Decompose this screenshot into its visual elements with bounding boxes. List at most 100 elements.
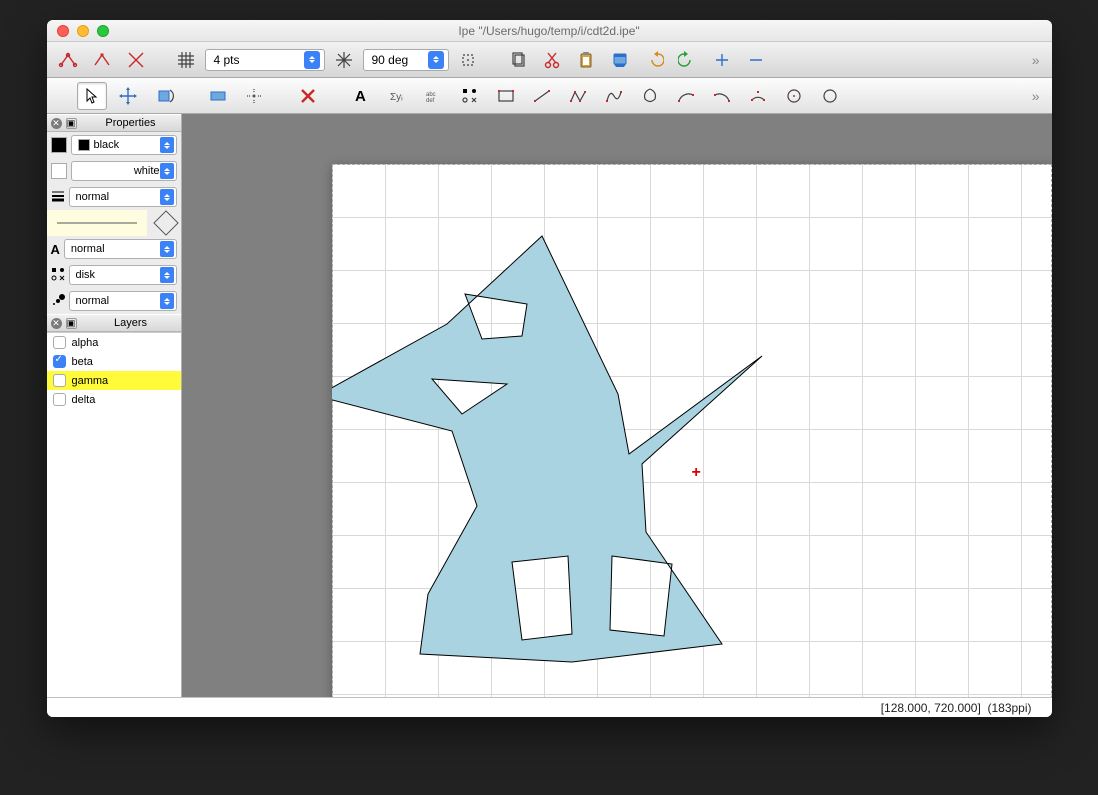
fill-swatch[interactable] — [51, 163, 67, 179]
panel-close-icon[interactable]: ✕ — [51, 318, 62, 329]
dropdown-arrows-icon — [160, 163, 174, 179]
marksize-icon — [51, 293, 65, 310]
tools-toolbar: A Σyᵢ abcdef » — [47, 78, 1052, 114]
layer-checkbox[interactable] — [53, 374, 66, 387]
sidebar: ✕ ▣ Properties black white n — [47, 114, 182, 697]
svg-text:Σyᵢ: Σyᵢ — [390, 92, 403, 103]
layer-label: beta — [72, 356, 93, 368]
zoom-out-icon[interactable] — [741, 46, 771, 74]
pan-tool[interactable] — [239, 82, 269, 110]
zoom-in-icon[interactable] — [707, 46, 737, 74]
arc3-tool[interactable] — [743, 82, 773, 110]
circle-diameter-tool[interactable] — [815, 82, 845, 110]
markshape-value: disk — [76, 269, 96, 281]
toolbar-overflow-icon[interactable]: » — [1026, 52, 1046, 68]
stroke-color-value: black — [94, 139, 120, 151]
stroke-swatch[interactable] — [51, 137, 67, 153]
layer-label: gamma — [72, 375, 109, 387]
undo-icon[interactable] — [639, 46, 669, 74]
layers-list: alpha beta gamma delta — [47, 332, 181, 697]
snap-vertex-icon[interactable] — [53, 46, 83, 74]
snap-intersection-icon[interactable] — [121, 46, 151, 74]
svg-text:A: A — [355, 88, 366, 105]
tools-overflow-icon[interactable]: » — [1026, 88, 1046, 104]
layer-row[interactable]: gamma — [47, 371, 181, 390]
splinegon-tool[interactable] — [635, 82, 665, 110]
markshape-icon — [51, 267, 65, 284]
translate-tool[interactable] — [113, 82, 143, 110]
svg-text:def: def — [426, 98, 435, 104]
delete-icon[interactable] — [605, 46, 635, 74]
arc2-tool[interactable] — [707, 82, 737, 110]
stretch-tool[interactable] — [203, 82, 233, 110]
layers-panel-header[interactable]: ✕ ▣ Layers — [47, 314, 181, 332]
status-bar: [128.000, 720.000] (183ppi) — [47, 697, 1052, 717]
line-sample[interactable] — [47, 210, 147, 236]
stroke-color-select[interactable]: black — [71, 135, 177, 155]
marks-tool[interactable] — [455, 82, 485, 110]
textsize-icon: A — [51, 242, 60, 257]
paste-icon[interactable] — [571, 46, 601, 74]
fill-color-value: white — [78, 165, 160, 177]
properties-panel-header[interactable]: ✕ ▣ Properties — [47, 114, 181, 132]
paragraph-tool[interactable]: abcdef — [419, 82, 449, 110]
circle-center-tool[interactable] — [779, 82, 809, 110]
grid-spacing-select[interactable]: 4 pts — [205, 49, 325, 71]
grid-spacing-value: 4 pts — [214, 53, 240, 67]
layer-checkbox[interactable] — [53, 336, 66, 349]
markshape-select[interactable]: disk — [69, 265, 177, 285]
properties-title: Properties — [81, 117, 181, 129]
layer-row[interactable]: alpha — [47, 333, 181, 352]
angle-snap-select[interactable]: 90 deg — [363, 49, 449, 71]
canvas[interactable]: + — [182, 114, 1052, 697]
window-title: Ipe "/Users/hugo/temp/i/cdt2d.ipe" — [47, 24, 1052, 38]
layer-checkbox[interactable] — [53, 355, 66, 368]
fill-color-select[interactable]: white — [71, 161, 177, 181]
spline-tool[interactable] — [599, 82, 629, 110]
status-ppi: (183ppi) — [987, 701, 1031, 715]
snap-toolbar: 4 pts 90 deg » — [47, 42, 1052, 78]
line-tool[interactable] — [527, 82, 557, 110]
snap-grid-icon[interactable] — [171, 46, 201, 74]
textsize-value: normal — [71, 243, 105, 255]
polyline-tool[interactable] — [563, 82, 593, 110]
layer-label: delta — [72, 394, 96, 406]
marksize-value: normal — [76, 295, 110, 307]
dropdown-arrows-icon — [160, 189, 174, 205]
cut-icon[interactable] — [537, 46, 567, 74]
dropdown-arrows-icon — [160, 241, 174, 257]
stroke-swatch-inner — [78, 139, 90, 151]
label-tool[interactable]: A — [347, 82, 377, 110]
math-tool[interactable]: Σyᵢ — [383, 82, 413, 110]
textsize-select[interactable]: normal — [64, 239, 177, 259]
snap-auto-icon[interactable] — [453, 46, 483, 74]
pen-value: normal — [76, 191, 110, 203]
pen-icon — [51, 189, 65, 206]
dropdown-arrows-icon — [160, 137, 174, 153]
snap-control-icon[interactable] — [87, 46, 117, 74]
dropdown-arrows-icon — [160, 293, 174, 309]
dropdown-arrows-icon — [428, 51, 444, 69]
select-tool[interactable] — [77, 82, 107, 110]
angle-snap-value: 90 deg — [372, 53, 409, 67]
drawing-shape[interactable] — [332, 164, 1052, 697]
origin-cross-icon: + — [692, 464, 701, 482]
copy-icon[interactable] — [503, 46, 533, 74]
layer-row[interactable]: delta — [47, 390, 181, 409]
marksize-select[interactable]: normal — [69, 291, 177, 311]
panel-detach-icon[interactable]: ▣ — [66, 118, 77, 129]
panel-detach-icon[interactable]: ▣ — [66, 318, 77, 329]
pen-select[interactable]: normal — [69, 187, 177, 207]
layers-title: Layers — [81, 317, 181, 329]
rotate-tool[interactable] — [149, 82, 179, 110]
snap-angular-icon[interactable] — [329, 46, 359, 74]
layer-checkbox[interactable] — [53, 393, 66, 406]
arc-tool[interactable] — [671, 82, 701, 110]
redo-icon[interactable] — [673, 46, 703, 74]
delete-tool[interactable] — [293, 82, 323, 110]
panel-close-icon[interactable]: ✕ — [51, 118, 62, 129]
layer-row[interactable]: beta — [47, 352, 181, 371]
status-coords: [128.000, 720.000] — [881, 701, 981, 715]
arrow-diamond-icon[interactable] — [153, 210, 178, 235]
rectangle-tool[interactable] — [491, 82, 521, 110]
